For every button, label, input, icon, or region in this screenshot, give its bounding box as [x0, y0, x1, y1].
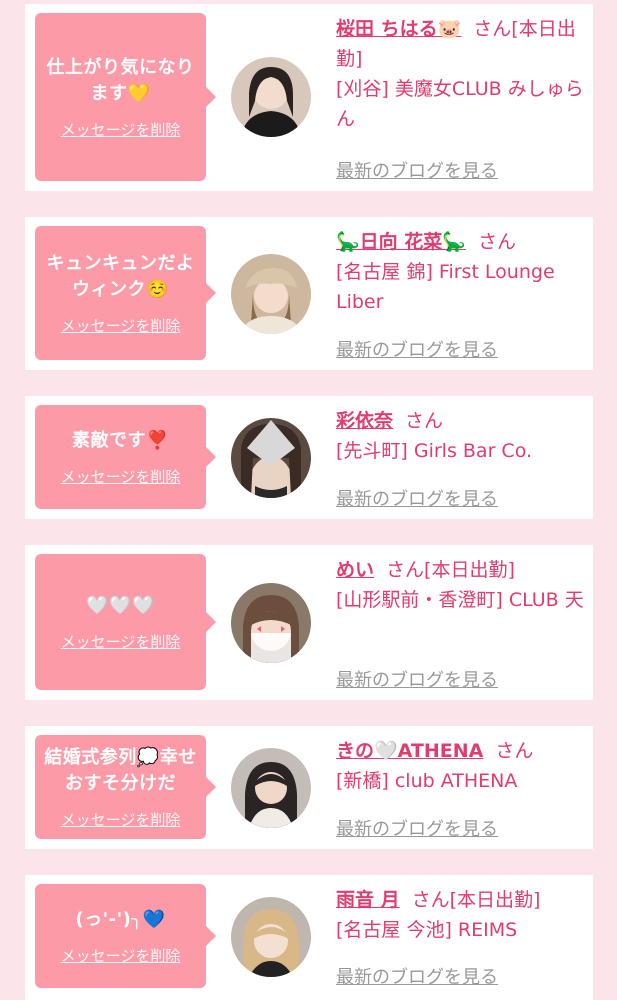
message-bubble: キュンキュンだよウィンク☺️ メッセージを削除 — [35, 226, 216, 360]
shop-name: [先斗町] Girls Bar Co. — [336, 440, 533, 462]
avatar[interactable] — [231, 583, 311, 663]
view-blog-link[interactable]: 最新のブログを見る — [336, 963, 498, 989]
message-bubble: 素敵です❣️ メッセージを削除 — [35, 405, 216, 509]
message-bubble: 🤍🤍🤍 メッセージを削除 — [35, 554, 216, 690]
shop-name: [名古屋 今池] REIMS — [336, 919, 518, 941]
view-blog-link[interactable]: 最新のブログを見る — [336, 485, 498, 511]
list-item: 素敵です❣️ メッセージを削除 彩依奈 さん [先斗町] Girls Bar Co… — [25, 396, 593, 519]
message-list: 仕上がり気になります💛 メッセージを削除 桜田 ちはる🐷 さん[本日出勤] [刈谷… — [0, 0, 617, 1000]
message-text: (っ'-')╮💙 — [75, 908, 166, 930]
list-item: キュンキュンだよウィンク☺️ メッセージを削除 🦕日向 花菜🦕 さん [名古屋 錦… — [25, 217, 593, 370]
cast-name-link[interactable]: 桜田 ちはる🐷 — [336, 18, 461, 40]
entry-info: 🦕日向 花菜🦕 さん [名古屋 錦] First Lounge Liber — [336, 227, 586, 317]
message-text: 結婚式参列💭幸せおすそ分けだ — [44, 746, 197, 794]
message-text: 🤍🤍🤍 — [86, 594, 155, 616]
message-text: 仕上がり気になります💛 — [46, 56, 195, 104]
honorific: さん — [405, 410, 444, 432]
honorific: さん — [386, 559, 425, 581]
status-badge: [本日出勤] — [424, 559, 515, 581]
list-item: 🤍🤍🤍 メッセージを削除 めい さん[本日出勤] [山形駅前・香澄町] CLUB … — [25, 545, 593, 700]
entry-info: 雨音 月さん[本日出勤] [名古屋 今池] REIMS — [336, 885, 586, 945]
message-text: 素敵です❣️ — [72, 429, 169, 451]
entry-info: 桜田 ちはる🐷 さん[本日出勤] [刈谷] 美魔女CLUB みしゅらん — [336, 14, 586, 134]
shop-name: [新橋] club ATHENA — [336, 770, 518, 792]
avatar[interactable] — [231, 57, 311, 137]
honorific: さん — [477, 231, 516, 253]
message-bubble: (っ'-')╮💙 メッセージを削除 — [35, 884, 216, 988]
cast-name-link[interactable]: めい — [336, 559, 374, 581]
delete-message-link[interactable]: メッセージを削除 — [61, 119, 181, 140]
message-text: キュンキュンだよウィンク☺️ — [46, 252, 195, 300]
cast-name-link[interactable]: 🦕日向 花菜🦕 — [336, 231, 466, 253]
view-blog-link[interactable]: 最新のブログを見る — [336, 666, 498, 692]
list-item: 結婚式参列💭幸せおすそ分けだ メッセージを削除 きの🤍ATHENA さん [新橋]… — [25, 726, 593, 849]
delete-message-link[interactable]: メッセージを削除 — [61, 945, 181, 966]
message-bubble: 仕上がり気になります💛 メッセージを削除 — [35, 13, 216, 181]
honorific: さん — [473, 18, 512, 40]
view-blog-link[interactable]: 最新のブログを見る — [336, 815, 498, 841]
cast-name-link[interactable]: 彩依奈 — [336, 410, 393, 432]
shop-name: [山形駅前・香澄町] CLUB 天 — [336, 589, 584, 611]
entry-info: きの🤍ATHENA さん [新橋] club ATHENA — [336, 736, 586, 796]
cast-name-link[interactable]: 雨音 月 — [336, 889, 400, 911]
shop-name: [刈谷] 美魔女CLUB みしゅらん — [336, 78, 584, 130]
avatar[interactable] — [231, 254, 311, 334]
delete-message-link[interactable]: メッセージを削除 — [61, 315, 181, 336]
avatar[interactable] — [231, 418, 311, 498]
list-item: 仕上がり気になります💛 メッセージを削除 桜田 ちはる🐷 さん[本日出勤] [刈谷… — [25, 4, 593, 191]
entry-info: めい さん[本日出勤] [山形駅前・香澄町] CLUB 天 — [336, 555, 586, 615]
honorific: さん — [495, 740, 534, 762]
delete-message-link[interactable]: メッセージを削除 — [61, 809, 181, 830]
cast-name-link[interactable]: きの🤍ATHENA — [336, 740, 483, 762]
view-blog-link[interactable]: 最新のブログを見る — [336, 336, 498, 362]
entry-info: 彩依奈 さん [先斗町] Girls Bar Co. — [336, 406, 586, 466]
shop-name: [名古屋 錦] First Lounge Liber — [336, 261, 555, 313]
delete-message-link[interactable]: メッセージを削除 — [61, 466, 181, 487]
message-bubble: 結婚式参列💭幸せおすそ分けだ メッセージを削除 — [35, 735, 216, 839]
avatar[interactable] — [231, 897, 311, 977]
avatar[interactable] — [231, 748, 311, 828]
view-blog-link[interactable]: 最新のブログを見る — [336, 157, 498, 183]
status-badge: [本日出勤] — [449, 889, 541, 911]
list-item: (っ'-')╮💙 メッセージを削除 雨音 月さん[本日出勤] [名古屋 今池] … — [25, 875, 593, 1000]
delete-message-link[interactable]: メッセージを削除 — [61, 631, 181, 652]
honorific: さん — [411, 889, 450, 911]
